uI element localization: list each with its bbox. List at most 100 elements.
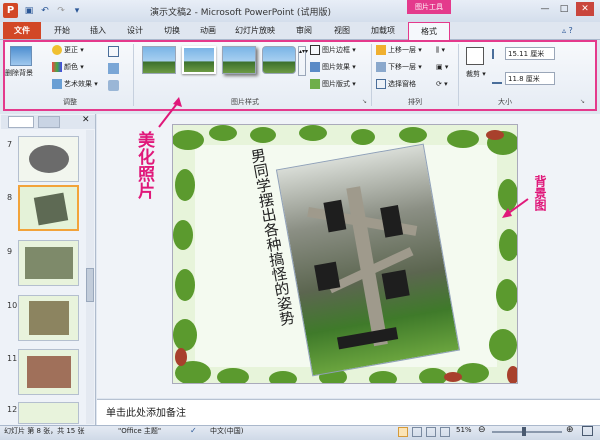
customize-qat-icon[interactable]: ▾ — [70, 4, 84, 18]
slide-thumbnail[interactable] — [18, 240, 79, 286]
styles-gallery-scroll[interactable]: ▴▾▾ — [298, 46, 308, 76]
picture-style-4[interactable] — [262, 46, 296, 74]
zoom-slider-thumb[interactable] — [522, 427, 526, 436]
slide-thumbnail[interactable] — [18, 136, 79, 182]
slide-number: 12 — [7, 405, 18, 414]
dialog-launcher-icon[interactable]: ↘ — [362, 98, 367, 105]
artistic-icon — [52, 79, 62, 89]
thumb-image — [29, 301, 69, 335]
reset-picture-icon[interactable] — [108, 80, 119, 91]
thumb-image — [27, 356, 71, 388]
tab-format[interactable]: 格式 — [408, 22, 450, 40]
spelling-icon[interactable]: ✓ — [190, 426, 197, 435]
bring-forward-button[interactable]: 上移一层 ▾ — [376, 45, 422, 56]
slide-counter: 幻灯片 第 8 张，共 15 张 — [4, 427, 85, 435]
student-figure — [336, 327, 399, 350]
width-icon — [492, 74, 502, 84]
layout-icon — [310, 79, 320, 89]
tab-file[interactable]: 文件 — [3, 22, 41, 39]
group-divider — [133, 44, 134, 106]
thumb-image — [33, 192, 69, 226]
tab-transitions[interactable]: 切换 — [158, 22, 186, 39]
compress-pictures-icon[interactable] — [108, 46, 119, 57]
adjust-group-label: 调整 — [63, 98, 77, 106]
picture-tools-label: 图片工具 — [407, 0, 451, 14]
picture-layout-button[interactable]: 图片版式 ▾ — [310, 79, 356, 90]
width-input[interactable]: 11.8 厘米 — [505, 72, 555, 85]
tab-review[interactable]: 审阅 — [290, 22, 318, 39]
slide-sorter-icon[interactable] — [412, 427, 422, 437]
fit-to-window-icon[interactable] — [582, 426, 593, 436]
tab-insert[interactable]: 插入 — [84, 22, 112, 39]
slide-canvas[interactable]: 男同学摆出各种搞怪的姿势 — [172, 124, 518, 384]
remove-background-icon[interactable] — [10, 46, 32, 66]
slide-number: 9 — [7, 247, 13, 256]
outline-tab[interactable] — [38, 116, 60, 128]
picture-effects-button[interactable]: 图片效果 ▾ — [310, 62, 356, 73]
send-backward-icon — [376, 62, 386, 72]
artistic-effects-button[interactable]: 艺术效果 ▾ — [52, 79, 98, 90]
change-picture-icon[interactable] — [108, 63, 119, 74]
crop-button[interactable]: 裁剪 ▾ — [466, 69, 486, 80]
slide-thumbnail[interactable] — [18, 295, 79, 341]
annotation-arrow — [158, 97, 182, 128]
undo-icon[interactable]: ↶ — [38, 4, 52, 18]
redo-icon[interactable]: ↷ — [54, 4, 68, 18]
group-divider — [371, 44, 372, 106]
scrollbar-thumb[interactable] — [86, 268, 94, 302]
slide-thumbnail[interactable] — [18, 402, 79, 424]
size-group-label: 大小 — [498, 98, 512, 106]
powerpoint-icon[interactable]: P — [3, 3, 18, 18]
reading-view-icon[interactable] — [426, 427, 436, 437]
close-icon[interactable]: ✕ — [576, 2, 594, 16]
minimize-icon[interactable]: — — [536, 2, 554, 16]
notes-placeholder[interactable]: 单击此处添加备注 — [106, 404, 186, 419]
tab-design[interactable]: 设计 — [121, 22, 149, 39]
slide-thumbnail[interactable] — [18, 349, 79, 395]
close-pane-icon[interactable]: ✕ — [82, 115, 90, 125]
tab-home[interactable]: 开始 — [48, 22, 76, 39]
height-input[interactable]: 15.11 厘米 — [505, 47, 555, 60]
help-icon[interactable]: ▵ ? — [562, 26, 573, 35]
zoom-slider[interactable] — [492, 431, 562, 433]
selection-pane-button[interactable]: 选择窗格 — [376, 79, 416, 90]
slide-thumbnail-selected[interactable] — [18, 185, 79, 231]
theme-name[interactable]: "Office 主题" — [118, 426, 161, 436]
group-button[interactable]: ▣ ▾ — [436, 62, 448, 73]
tab-addins[interactable]: 加载项 — [364, 22, 402, 39]
language-indicator[interactable]: 中文(中国) — [210, 426, 243, 436]
normal-view-icon[interactable] — [398, 427, 408, 437]
color-button[interactable]: 颜色 ▾ — [52, 62, 84, 73]
rotate-button[interactable]: ⟳ ▾ — [436, 79, 448, 90]
group-divider — [458, 44, 459, 106]
send-backward-button[interactable]: 下移一层 ▾ — [376, 62, 422, 73]
picture-style-3[interactable] — [222, 46, 256, 74]
zoom-in-icon[interactable]: ⊕ — [566, 425, 574, 435]
picture-style-2[interactable] — [182, 46, 216, 74]
save-icon[interactable]: ▣ — [22, 4, 36, 18]
zoom-level[interactable]: 51% — [456, 426, 472, 434]
picture-border-button[interactable]: 图片边框 ▾ — [310, 45, 356, 56]
crop-icon[interactable] — [466, 47, 484, 65]
slide-number: 7 — [7, 140, 13, 149]
bring-forward-icon — [376, 45, 386, 55]
annotation-background: 背景图 — [533, 175, 547, 211]
zoom-out-icon[interactable]: ⊖ — [478, 425, 486, 435]
align-button[interactable]: ⫼ ▾ — [436, 45, 445, 56]
annotation-arrow — [502, 198, 529, 218]
slideshow-view-icon[interactable] — [440, 427, 450, 437]
tab-view[interactable]: 视图 — [328, 22, 356, 39]
slide-number: 8 — [7, 193, 13, 202]
maximize-icon[interactable]: □ — [555, 2, 573, 16]
dialog-launcher-icon[interactable]: ↘ — [580, 98, 585, 105]
picture-style-1[interactable] — [142, 46, 176, 74]
thumb-image — [29, 145, 69, 173]
effects-icon — [310, 62, 320, 72]
remove-background-button[interactable]: 删除背景 — [5, 68, 33, 79]
corrections-button[interactable]: 更正 ▾ — [52, 45, 84, 56]
tab-slideshow[interactable]: 幻灯片放映 — [230, 22, 280, 39]
styles-group-label: 图片样式 — [231, 98, 259, 106]
tab-animations[interactable]: 动画 — [194, 22, 222, 39]
slides-tab[interactable] — [8, 116, 34, 128]
slide-number: 10 — [7, 301, 18, 310]
